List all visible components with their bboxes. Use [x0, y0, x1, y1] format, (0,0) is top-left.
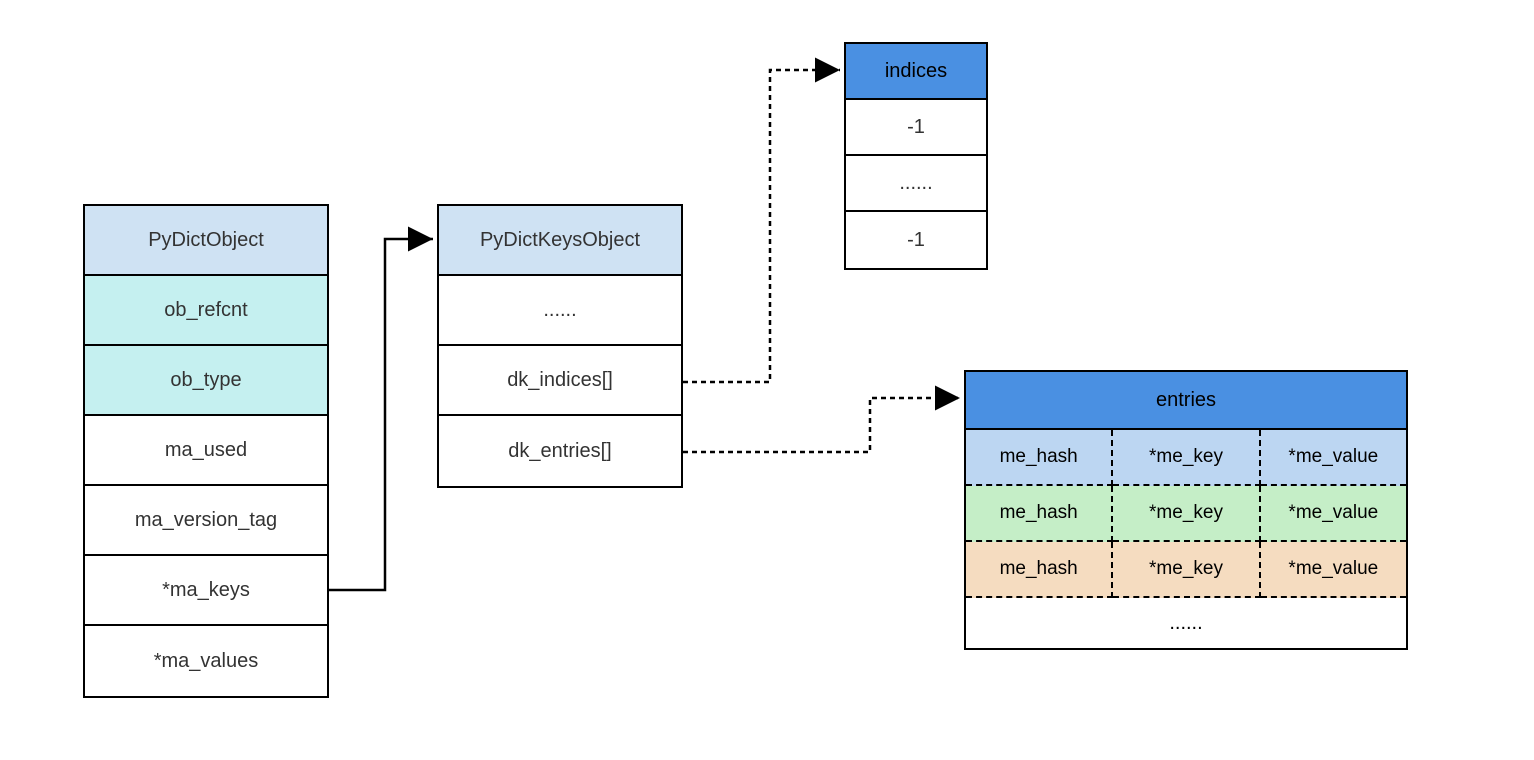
pydict-field-version: ma_version_tag — [85, 486, 327, 556]
pydict-box: PyDictObject ob_refcnt ob_type ma_used m… — [83, 204, 329, 698]
pydict-field-type: ob_type — [85, 346, 327, 416]
entry-value: *me_value — [1261, 430, 1406, 486]
entry-key: *me_key — [1113, 430, 1260, 486]
pykeys-field-indices: dk_indices[] — [439, 346, 681, 416]
pykeys-title: PyDictKeysObject — [439, 206, 681, 276]
entry-key: *me_key — [1113, 542, 1260, 598]
entries-box: entries me_hash *me_key *me_value me_has… — [964, 370, 1408, 650]
entry-row-0: me_hash *me_key *me_value — [966, 430, 1406, 486]
pydict-field-keys: *ma_keys — [85, 556, 327, 626]
pydict-field-refcnt: ob_refcnt — [85, 276, 327, 346]
pykeys-field-dots: ...... — [439, 276, 681, 346]
indices-cell-1: ...... — [846, 156, 986, 212]
entries-title: entries — [966, 372, 1406, 430]
entry-row-1: me_hash *me_key *me_value — [966, 486, 1406, 542]
entry-value: *me_value — [1261, 542, 1406, 598]
pykeys-field-entries: dk_entries[] — [439, 416, 681, 486]
entries-footer: ...... — [966, 598, 1406, 648]
entry-value: *me_value — [1261, 486, 1406, 542]
pydict-title: PyDictObject — [85, 206, 327, 276]
entry-key: *me_key — [1113, 486, 1260, 542]
entry-hash: me_hash — [966, 542, 1113, 598]
indices-cell-0: -1 — [846, 100, 986, 156]
indices-box: indices -1 ...... -1 — [844, 42, 988, 270]
pykeys-box: PyDictKeysObject ...... dk_indices[] dk_… — [437, 204, 683, 488]
indices-cell-2: -1 — [846, 212, 986, 268]
entry-row-2: me_hash *me_key *me_value — [966, 542, 1406, 598]
pydict-field-values: *ma_values — [85, 626, 327, 696]
entry-hash: me_hash — [966, 430, 1113, 486]
pydict-field-used: ma_used — [85, 416, 327, 486]
entry-hash: me_hash — [966, 486, 1113, 542]
indices-title: indices — [846, 44, 986, 100]
